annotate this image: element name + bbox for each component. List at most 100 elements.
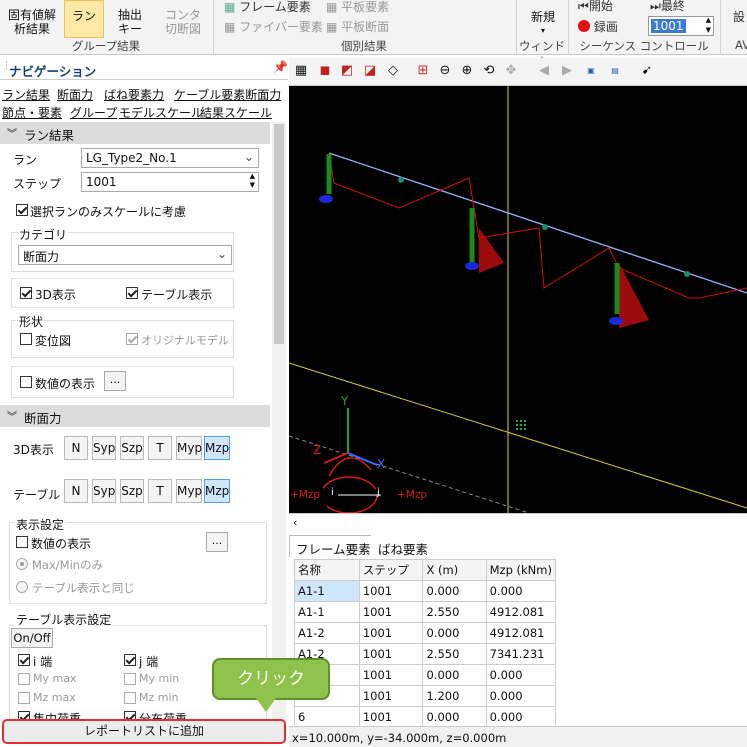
zoom-fit-icon[interactable]: ⊞ xyxy=(415,63,431,79)
force-3d-szp-button[interactable]: Szp xyxy=(120,436,144,460)
cube-front-icon[interactable]: ◩ xyxy=(339,63,355,79)
cell-step[interactable]: 1001 xyxy=(358,664,424,686)
step-stepper[interactable]: 1001 ▲ ▼ xyxy=(81,172,259,192)
show-numbers-checkbox[interactable] xyxy=(16,536,28,548)
show-values-options-button[interactable]: ... xyxy=(104,371,126,391)
zoom-out-icon[interactable]: ⊖ xyxy=(437,63,453,79)
cell-mzp[interactable]: 0.000 xyxy=(485,664,557,686)
add-to-report-button[interactable]: レポートリストに追加 xyxy=(2,719,286,744)
contour-section-button[interactable]: コンタ 切断図 xyxy=(158,8,208,36)
mz-min-checkbox[interactable] xyxy=(124,692,136,704)
cell-step[interactable]: 1001 xyxy=(358,601,424,623)
cell-mzp[interactable]: 7341.231 xyxy=(485,643,557,665)
cell-x[interactable]: 0.000 xyxy=(422,664,487,686)
cell-step[interactable]: 1001 xyxy=(358,580,424,602)
plate-element-button[interactable]: ▦ 平板要素 xyxy=(326,0,389,15)
screenshot-icon[interactable]: ▣ xyxy=(583,63,599,79)
cube-view-icon[interactable]: ◼ xyxy=(317,63,333,79)
force-3d-syp-button[interactable]: Syp xyxy=(92,436,116,460)
cell-step[interactable]: 1001 xyxy=(358,685,424,707)
table-row[interactable]: A1-1 1001 2.550 4912.081 xyxy=(294,601,557,623)
column-header[interactable]: 名称 xyxy=(294,559,360,581)
same-as-table-radio[interactable] xyxy=(16,581,28,593)
rotate-icon[interactable]: ⟲ xyxy=(481,63,497,79)
original-model-checkbox[interactable] xyxy=(126,333,138,345)
cell-x[interactable]: 0.000 xyxy=(422,706,487,728)
j-end-checkbox[interactable] xyxy=(124,654,136,666)
cell-x[interactable]: 2.550 xyxy=(422,601,487,623)
eigen-result-button[interactable]: 固有値解 析結果 xyxy=(4,8,60,36)
cell-name[interactable]: A1-1 xyxy=(294,580,360,602)
cell-name[interactable]: A1-2 xyxy=(294,622,360,644)
plate-section-button[interactable]: ▦ 平板断面 xyxy=(326,18,389,35)
force-table-myp-button[interactable]: Myp xyxy=(176,479,202,503)
category-select[interactable]: 断面力 ⌄ xyxy=(18,245,232,265)
record-button[interactable]: 録画 xyxy=(578,18,618,35)
show-3d-checkbox[interactable] xyxy=(20,287,32,299)
cell-x[interactable]: 0.000 xyxy=(422,580,487,602)
cell-x[interactable]: 2.550 xyxy=(422,643,487,665)
cube-side-icon[interactable]: ◪ xyxy=(362,63,378,79)
start-button[interactable]: ⏮開始 xyxy=(578,0,613,14)
table-row[interactable]: A1-2 1001 2.550 7341.231 xyxy=(294,643,557,665)
table-row[interactable]: A1-2 1001 0.000 4912.081 xyxy=(294,622,557,644)
column-header[interactable]: X (m) xyxy=(422,559,487,581)
3d-viewport[interactable]: Y Z X +Mzp +Mzp i j xyxy=(289,58,747,513)
frame-stepper[interactable]: 1001 ▲ ▼ xyxy=(648,16,714,36)
back-icon[interactable]: ◀ xyxy=(536,63,552,79)
run-results-section-header[interactable]: ︾ ラン結果 xyxy=(0,122,270,144)
cell-x[interactable]: 1.200 xyxy=(422,685,487,707)
cell-mzp[interactable]: 4912.081 xyxy=(485,622,557,644)
tab-frame-element[interactable]: フレーム要素 xyxy=(289,535,378,557)
cell-step[interactable]: 1001 xyxy=(358,643,424,665)
table-row[interactable]: A1-1 1001 0.000 0.000 xyxy=(294,580,557,602)
run-button[interactable]: ラン xyxy=(64,0,104,38)
force-table-syp-button[interactable]: Syp xyxy=(92,479,116,503)
cell-mzp[interactable]: 0.000 xyxy=(485,685,557,707)
cell-step[interactable]: 1001 xyxy=(358,622,424,644)
table-row[interactable]: 6 1001 0.000 0.000 xyxy=(294,706,557,728)
cell-x[interactable]: 0.000 xyxy=(422,622,487,644)
link-group[interactable]: グループ xyxy=(70,104,117,121)
tab-spring-element[interactable]: ばね要素 xyxy=(371,535,436,557)
pan-icon[interactable]: ✥ xyxy=(503,63,519,79)
show-table-checkbox[interactable] xyxy=(126,287,138,299)
forward-icon[interactable]: ▶ xyxy=(559,63,575,79)
cell-mzp[interactable]: 0.000 xyxy=(485,706,557,728)
link-result-scale[interactable]: 結果スケール xyxy=(200,104,272,121)
cell-name[interactable]: 6 xyxy=(294,706,360,728)
link-node-element[interactable]: 節点・要素 xyxy=(2,104,62,121)
end-button[interactable]: ⏭最終 xyxy=(650,0,685,14)
extract-key-button[interactable]: 抽出 キー xyxy=(110,8,150,36)
settings-button[interactable]: 設 xyxy=(733,8,745,25)
force-3d-n-button[interactable]: N xyxy=(64,436,88,460)
cube-top-icon[interactable]: ◇ xyxy=(385,63,401,79)
table-row[interactable]: 1001 0.000 0.000 xyxy=(294,664,557,686)
fiber-element-button[interactable]: ▦ ファイバー要素 xyxy=(224,18,323,35)
nav-scrollbar[interactable] xyxy=(272,122,286,740)
show-values-checkbox[interactable] xyxy=(20,376,32,388)
i-end-checkbox[interactable] xyxy=(18,654,30,666)
link-section-force[interactable]: 断面力 xyxy=(57,86,93,103)
cell-mzp[interactable]: 4912.081 xyxy=(485,601,557,623)
info-icon[interactable]: ▤ xyxy=(607,63,623,79)
force-3d-t-button[interactable]: T xyxy=(148,436,172,460)
zoom-in-icon[interactable]: ⊕ xyxy=(459,63,475,79)
grid-icon[interactable]: ▦ xyxy=(293,63,309,79)
cell-name[interactable]: A1-1 xyxy=(294,601,360,623)
my-min-checkbox[interactable] xyxy=(124,673,136,685)
force-3d-mzp-button[interactable]: Mzp xyxy=(204,436,230,460)
table-row[interactable]: 1001 1.200 0.000 xyxy=(294,685,557,707)
force-3d-myp-button[interactable]: Myp xyxy=(176,436,202,460)
cell-step[interactable]: 1001 xyxy=(358,706,424,728)
link-spring-force[interactable]: ばね要素力 xyxy=(104,86,164,103)
pin-icon[interactable]: 📌 xyxy=(273,60,288,74)
force-table-mzp-button[interactable]: Mzp xyxy=(204,479,230,503)
force-table-t-button[interactable]: T xyxy=(148,479,172,503)
link-cable-force[interactable]: ケーブル要素断面力 xyxy=(174,86,281,103)
section-force-header[interactable]: ︾ 断面力 xyxy=(0,405,270,427)
show-numbers-options-button[interactable]: ... xyxy=(206,532,228,552)
run-select[interactable]: LG_Type2_No.1 ⌄ xyxy=(81,148,259,168)
force-table-szp-button[interactable]: Szp xyxy=(120,479,144,503)
deformed-checkbox[interactable] xyxy=(20,333,32,345)
